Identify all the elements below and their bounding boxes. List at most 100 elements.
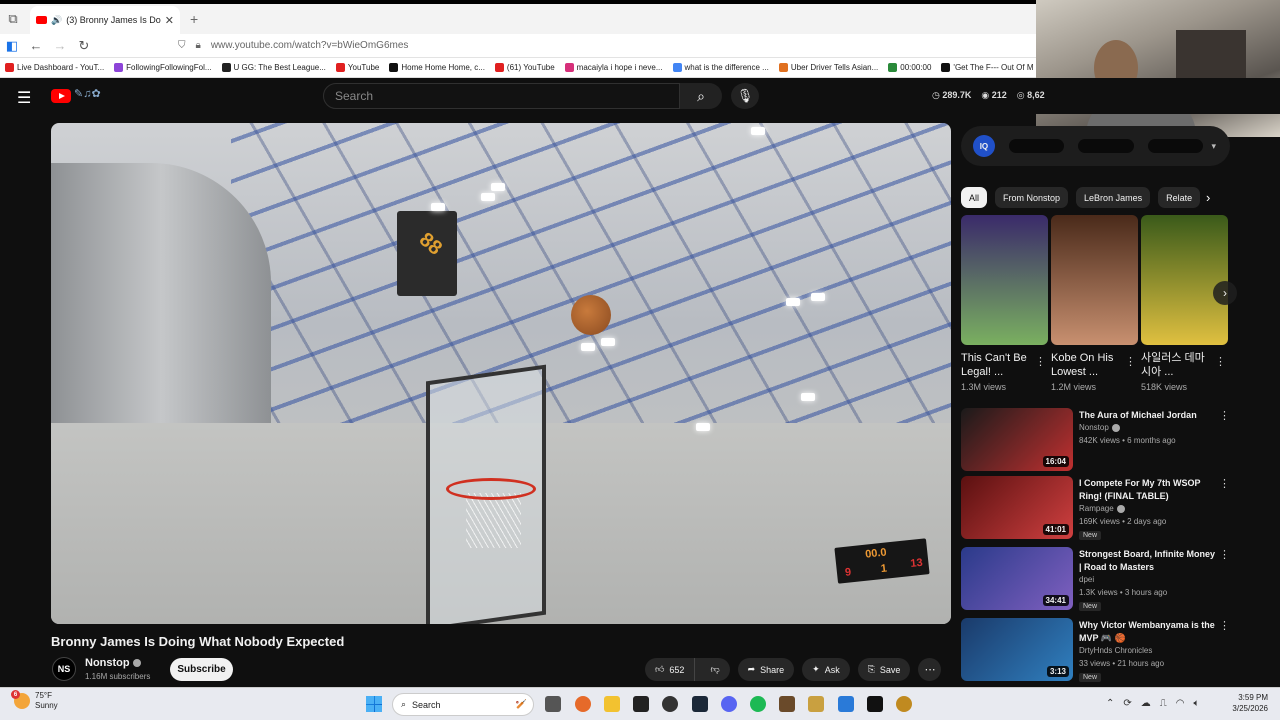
bookmark-item[interactable]: 'Get The F--- Out Of M	[936, 63, 1036, 72]
filter-chip[interactable]: LeBron James	[1076, 187, 1151, 208]
chevron-right-icon[interactable]: ›	[1206, 190, 1210, 205]
tray-overflow-icon[interactable]: ⌃	[1106, 698, 1114, 709]
recommended-video[interactable]: 34:41 Strongest Board, Infinite Money | R…	[961, 547, 1231, 611]
taskbar-clock[interactable]: 3:59 PM 3/25/2026	[1226, 692, 1268, 714]
recommended-video[interactable]: 16:04 The Aura of Michael Jordan Nonstop 84…	[961, 408, 1231, 472]
network-icon[interactable]: ☁	[1141, 698, 1151, 709]
bookmark-item[interactable]: Live Dashboard - YouT...	[0, 63, 109, 72]
shorts-next-icon[interactable]: ›	[1213, 281, 1237, 305]
video-thumbnail[interactable]: 41:01	[961, 476, 1073, 539]
short-thumbnail[interactable]	[961, 215, 1048, 345]
taskbar-search[interactable]: ⌕ Search 🏏	[392, 693, 534, 716]
back-icon[interactable]: ←	[24, 34, 48, 58]
extension-logo[interactable]: IQ	[973, 135, 995, 157]
dislike-button[interactable]: 👎︎	[700, 664, 729, 675]
search-icon[interactable]: ⌕	[680, 83, 722, 109]
youtube-logo-icon[interactable]	[51, 89, 71, 103]
microphone-icon[interactable]: 🎙︎	[731, 83, 759, 109]
more-vert-icon[interactable]: ⋮	[1215, 355, 1226, 368]
riot-icon[interactable]	[808, 696, 824, 712]
video-title[interactable]: Why Victor Wembanyama is the MVP 🎮 🏀	[1079, 619, 1217, 645]
windows-start-icon[interactable]	[366, 696, 382, 712]
short-thumbnail[interactable]	[1141, 215, 1228, 345]
url-text[interactable]: www.youtube.com/watch?v=bWieOmG6mes	[211, 40, 409, 51]
video-channel[interactable]: Rampage	[1079, 504, 1125, 513]
channel-name[interactable]: Nonstop	[85, 657, 141, 669]
video-title[interactable]: I Compete For My 7th WSOP Ring! (FINAL T…	[1079, 477, 1217, 503]
bookmark-item[interactable]: macaiyla i hope i neve...	[560, 63, 668, 72]
video-channel[interactable]: Nonstop	[1079, 423, 1120, 432]
save-button[interactable]: ⎘ Save	[857, 658, 911, 681]
filter-chip[interactable]: All	[961, 187, 988, 208]
address-bar[interactable]: ⛉ 🔒︎ www.youtube.com/watch?v=bWieOmG6mes	[178, 40, 408, 51]
shield-icon[interactable]: ⛉	[178, 40, 186, 51]
recommended-video[interactable]: 3:13 Why Victor Wembanyama is the MVP 🎮 🏀…	[961, 618, 1231, 682]
filter-chip[interactable]: From Nonstop	[995, 187, 1069, 208]
more-vert-icon[interactable]: ⋮	[1219, 409, 1230, 422]
video-channel[interactable]: DrtyHnds Chronicles	[1079, 646, 1152, 655]
short-title[interactable]: 사일러스 데마시아 ...	[1141, 351, 1213, 379]
league-client-icon[interactable]	[779, 696, 795, 712]
volume-icon[interactable]: 🔈︎	[1194, 698, 1200, 709]
filter-chip[interactable]: Relate	[1158, 187, 1201, 208]
share-button[interactable]: ➦ Share	[737, 658, 795, 681]
file-explorer-icon[interactable]	[604, 696, 620, 712]
sync-icon[interactable]: ⟳	[1123, 698, 1131, 709]
bookmark-item[interactable]: Home Home Home, c...	[384, 63, 490, 72]
bookmark-item[interactable]: YouTube	[331, 63, 384, 72]
discord-icon[interactable]	[721, 696, 737, 712]
steam-icon[interactable]	[692, 696, 708, 712]
short-title[interactable]: This Can't Be Legal! ...	[961, 351, 1033, 379]
extension-blob[interactable]	[1078, 139, 1134, 153]
channel-avatar[interactable]: NS	[52, 657, 76, 681]
search-input[interactable]: Search	[323, 83, 680, 109]
bookmark-item[interactable]: FollowingFollowingFol...	[109, 63, 216, 72]
video-title[interactable]: The Aura of Michael Jordan	[1079, 409, 1217, 422]
short-title[interactable]: Kobe On His Lowest ...	[1051, 351, 1123, 379]
weather-widget[interactable]: 6 75°F Sunny	[11, 690, 58, 711]
more-vert-icon[interactable]: ⋮	[1125, 355, 1136, 368]
more-vert-icon[interactable]: ⋮	[1219, 619, 1230, 632]
firefox-icon[interactable]	[575, 696, 591, 712]
video-title[interactable]: Strongest Board, Infinite Money | Road t…	[1079, 548, 1217, 574]
extension-blob[interactable]	[1008, 139, 1065, 153]
bookmark-item[interactable]: (61) YouTube	[490, 63, 560, 72]
chevron-down-icon[interactable]: ▾	[1211, 141, 1216, 152]
ask-button[interactable]: ✦ Ask	[802, 658, 850, 681]
forward-icon[interactable]: →	[48, 34, 72, 58]
video-thumbnail[interactable]: 3:13	[961, 618, 1073, 681]
lock-icon[interactable]: 🔒︎	[196, 40, 201, 51]
short-item[interactable]: This Can't Be Legal! ... 1.3M views ⋮	[961, 215, 1048, 392]
obs-icon[interactable]	[662, 696, 678, 712]
capcut-icon[interactable]	[633, 696, 649, 712]
spotify-icon[interactable]	[750, 696, 766, 712]
wifi-icon[interactable]: ◠	[1176, 698, 1185, 709]
speaker-icon[interactable]: 🔊	[51, 15, 62, 26]
reload-icon[interactable]: ↻	[72, 34, 96, 58]
bookmark-item[interactable]: Uber Driver Tells Asian...	[774, 63, 883, 72]
video-player[interactable]: 88 00.0 9 1 13	[51, 123, 951, 624]
tab-actions-icon[interactable]: ⧉	[0, 4, 26, 34]
wow-icon[interactable]	[896, 696, 912, 712]
more-vert-icon[interactable]: ⋮	[1035, 355, 1046, 368]
usb-icon[interactable]: ⎍	[1160, 698, 1167, 709]
extension-blob[interactable]	[1147, 139, 1204, 153]
video-channel[interactable]: dpei	[1079, 575, 1094, 584]
more-actions-icon[interactable]: ⋯	[918, 658, 942, 681]
recommended-video[interactable]: 41:01 I Compete For My 7th WSOP Ring! (FI…	[961, 476, 1231, 540]
menu-icon[interactable]: ☰	[17, 88, 31, 108]
more-vert-icon[interactable]: ⋮	[1219, 477, 1230, 490]
youtube-doodle-icon[interactable]: ✎♫✿	[74, 87, 101, 100]
like-button[interactable]: 👍︎ 652	[645, 658, 696, 681]
new-tab-icon[interactable]: +	[190, 11, 198, 27]
video-thumbnail[interactable]: 34:41	[961, 547, 1073, 610]
more-vert-icon[interactable]: ⋮	[1219, 548, 1230, 561]
short-thumbnail[interactable]	[1051, 215, 1138, 345]
sidebar-toggle-icon[interactable]: ◧	[0, 34, 24, 58]
close-tab-icon[interactable]: ✕	[165, 14, 174, 27]
bookmark-item[interactable]: 00:00:00	[883, 63, 936, 72]
video-thumbnail[interactable]: 16:04	[961, 408, 1073, 471]
notion-icon[interactable]	[867, 696, 883, 712]
short-item[interactable]: Kobe On His Lowest ... 1.2M views ⋮	[1051, 215, 1138, 392]
app-icon[interactable]	[838, 696, 854, 712]
